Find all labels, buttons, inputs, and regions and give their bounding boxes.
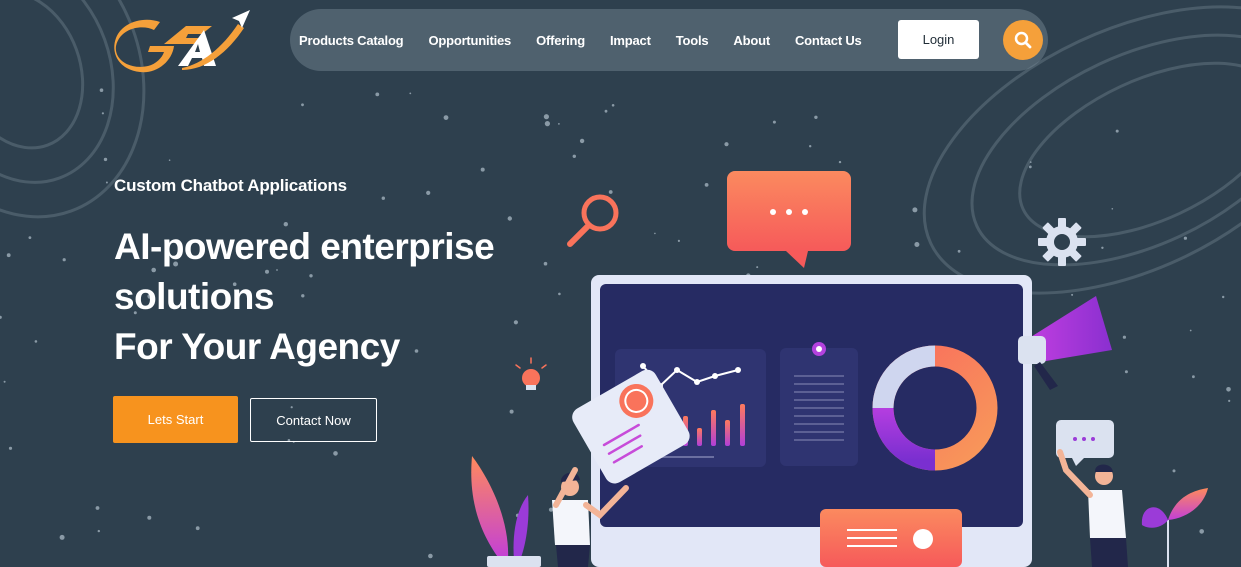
nav-item-opportunities[interactable]: Opportunities xyxy=(428,33,511,48)
star-speckle xyxy=(611,104,615,107)
brand-logo[interactable] xyxy=(112,8,254,74)
star-speckle xyxy=(1115,129,1119,133)
star-speckle xyxy=(724,142,729,147)
star-speckle xyxy=(426,190,431,195)
star-speckle xyxy=(6,253,11,258)
star-speckle xyxy=(34,340,38,343)
star-speckle xyxy=(8,446,13,450)
nav-item-products-catalog[interactable]: Products Catalog xyxy=(299,33,404,48)
star-speckle xyxy=(604,109,608,113)
contact-now-button[interactable]: Contact Now xyxy=(250,398,377,442)
lightbulb-icon xyxy=(515,357,547,390)
star-speckle xyxy=(147,515,152,520)
star-speckle xyxy=(59,534,65,540)
nav-item-offering[interactable]: Offering xyxy=(536,33,585,48)
star-speckle xyxy=(572,154,576,158)
star-speckle xyxy=(3,380,6,383)
login-button[interactable]: Login xyxy=(898,20,979,59)
nav-item-tools[interactable]: Tools xyxy=(676,33,709,48)
star-speckle xyxy=(375,92,380,97)
main-navbar: Products Catalog Opportunities Offering … xyxy=(290,9,1048,71)
plant-right-illustration xyxy=(1141,488,1208,567)
magnifier-icon xyxy=(567,194,619,247)
star-speckle xyxy=(809,145,812,148)
star-speckle xyxy=(558,123,560,125)
star-speckle xyxy=(409,92,412,95)
star-speckle xyxy=(428,553,433,559)
star-speckle xyxy=(28,236,32,240)
star-speckle xyxy=(95,506,100,510)
search-button[interactable] xyxy=(1003,20,1043,60)
plant-left-illustration xyxy=(471,456,541,567)
star-speckle xyxy=(301,103,304,107)
hero-eyebrow: Custom Chatbot Applications xyxy=(114,176,347,195)
star-speckle xyxy=(168,159,171,161)
star-speckle xyxy=(579,138,585,144)
star-speckle xyxy=(814,115,818,120)
star-speckle xyxy=(544,121,551,127)
star-speckle xyxy=(195,526,200,531)
gear-icon xyxy=(1038,218,1086,266)
star-speckle xyxy=(543,114,550,120)
chat-bubble-icon xyxy=(727,171,851,268)
star-speckle xyxy=(103,157,108,162)
hero-illustration xyxy=(471,171,1208,567)
nav-item-impact[interactable]: Impact xyxy=(610,33,651,48)
star-speckle xyxy=(443,115,449,120)
nav-menu: Products Catalog Opportunities Offering … xyxy=(299,9,887,71)
nav-item-contact-us[interactable]: Contact Us xyxy=(795,33,862,48)
star-speckle xyxy=(97,529,101,533)
nav-item-about[interactable]: About xyxy=(733,33,770,48)
star-speckle xyxy=(333,451,338,456)
star-speckle xyxy=(99,88,104,92)
search-icon xyxy=(1014,31,1032,49)
star-speckle xyxy=(772,120,776,124)
megaphone-icon xyxy=(1018,296,1112,390)
lets-start-button[interactable]: Lets Start xyxy=(113,396,238,443)
star-speckle xyxy=(62,258,66,262)
star-speckle xyxy=(0,315,2,319)
star-speckle xyxy=(101,112,104,115)
star-speckle xyxy=(381,196,385,200)
star-speckle xyxy=(105,181,108,184)
person-right-illustration xyxy=(1057,449,1128,567)
